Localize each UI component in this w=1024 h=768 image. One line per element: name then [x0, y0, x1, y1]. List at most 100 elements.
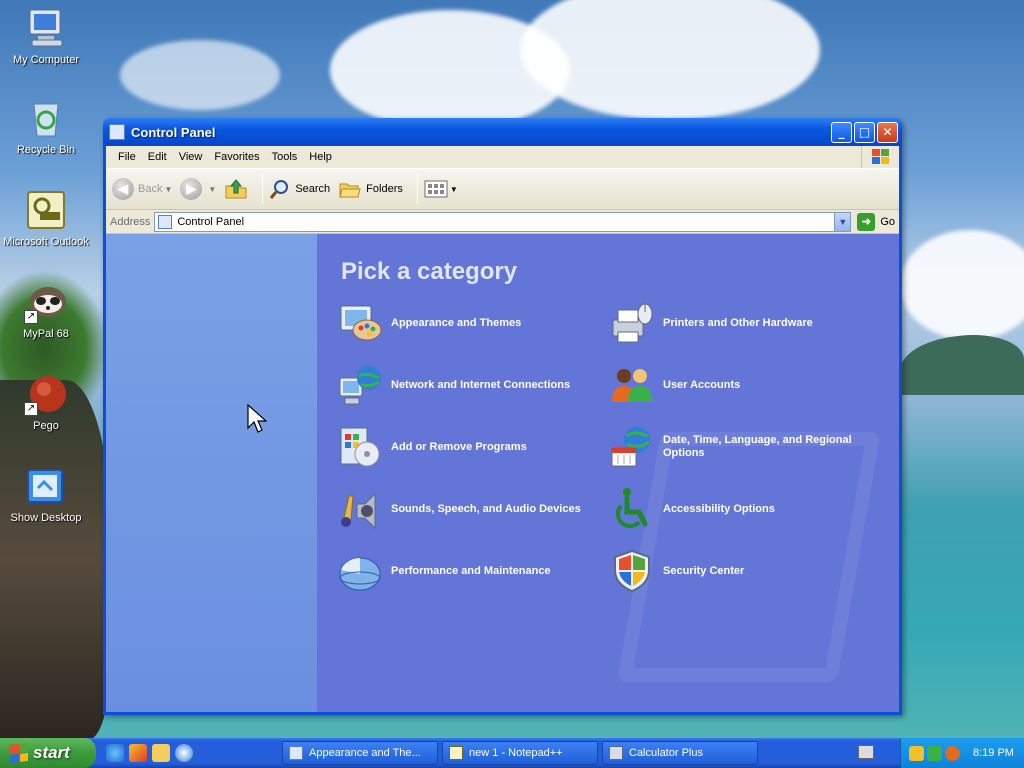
rocks [0, 380, 110, 740]
chevron-down-icon: ▼ [164, 184, 173, 194]
folders-label: Folders [366, 183, 403, 195]
title-bar[interactable]: Control Panel _ □ ✕ [103, 118, 902, 146]
desktop-icon-label: Pego [33, 420, 59, 432]
internet-explorer-icon[interactable] [106, 744, 124, 762]
search-label: Search [295, 183, 331, 195]
folder-icon[interactable] [152, 744, 170, 762]
category-printers-hardware[interactable]: Printers and Other Hardware [609, 300, 813, 346]
views-button[interactable]: ▼ [424, 179, 458, 199]
back-label: Back [138, 183, 163, 195]
folders-icon [339, 183, 361, 198]
mypal-icon: ↗ [24, 280, 68, 324]
cloud [120, 40, 280, 110]
menu-file[interactable]: File [112, 151, 142, 163]
menu-favorites[interactable]: Favorites [208, 151, 265, 163]
category-pane: Pick a category Appearance and Themes Ne… [317, 234, 899, 712]
close-button[interactable]: ✕ [877, 121, 898, 143]
menu-tools[interactable]: Tools [266, 151, 304, 163]
desktop-icon-pego[interactable]: ↗ Pego [0, 372, 92, 432]
performance-icon [337, 548, 383, 594]
control-panel-icon [109, 124, 125, 140]
category-label: Appearance and Themes [391, 316, 522, 329]
category-date-time-language[interactable]: Date, Time, Language, and Regional Optio… [609, 424, 873, 470]
pego-icon: ↗ [24, 372, 68, 416]
address-bar: Address Control Panel ▼ ➜ Go [106, 210, 899, 234]
category-network-internet[interactable]: Network and Internet Connections [337, 362, 570, 408]
media-player-icon[interactable] [175, 744, 193, 762]
desktop-icon-outlook[interactable]: Microsoft Outlook [0, 188, 92, 248]
go-label: Go [880, 215, 895, 228]
category-appearance-themes[interactable]: Appearance and Themes [337, 300, 521, 346]
address-dropdown-button[interactable]: ▼ [834, 212, 851, 231]
search-icon [270, 180, 289, 199]
mouse-cursor-icon [247, 404, 267, 433]
desktop-icon-mypal[interactable]: ↗ MyPal 68 [0, 280, 92, 340]
go-button[interactable]: ➜ Go [857, 212, 895, 231]
address-value: Control Panel [177, 215, 245, 228]
show-desktop-icon [24, 464, 68, 508]
category-label: Accessibility Options [663, 502, 775, 515]
desktop-icon-recycle-bin[interactable]: Recycle Bin [0, 96, 92, 156]
close-icon: ✕ [882, 125, 893, 139]
windows-logo-icon [10, 743, 28, 763]
forward-button[interactable]: ▶ ▼ [180, 178, 216, 200]
search-tray-icon[interactable] [945, 745, 960, 761]
category-label: Printers and Other Hardware [663, 316, 813, 329]
system-tray: 8:19 PM [900, 738, 1024, 768]
desktop-icon-label: MyPal 68 [23, 328, 69, 340]
folders-button[interactable]: Folders [338, 178, 403, 200]
date-time-icon [609, 424, 655, 470]
category-label: User Accounts [663, 378, 741, 391]
category-accessibility[interactable]: Accessibility Options [609, 486, 775, 532]
category-add-remove-programs[interactable]: Add or Remove Programs [337, 424, 527, 470]
printers-icon [609, 300, 655, 346]
minimize-button[interactable]: _ [831, 121, 852, 143]
desktop-icon-show-desktop[interactable]: Show Desktop [0, 464, 92, 524]
back-arrow-icon: ◀ [112, 178, 134, 200]
network-icon [337, 362, 383, 408]
category-label: Sounds, Speech, and Audio Devices [391, 502, 581, 515]
shortcut-arrow-icon: ↗ [24, 402, 38, 416]
chevron-down-icon: ▼ [449, 184, 458, 194]
category-user-accounts[interactable]: User Accounts [609, 362, 740, 408]
clock[interactable]: 8:19 PM [973, 747, 1014, 759]
accessibility-icon [609, 486, 655, 532]
task-label: Calculator Plus [629, 747, 703, 759]
start-button[interactable]: start [0, 738, 96, 768]
forward-arrow-icon: ▶ [180, 178, 203, 200]
paint-icon[interactable] [129, 744, 147, 762]
standard-toolbar: ◀ Back ▼ ▶ ▼ Search Folders ▼ [106, 168, 899, 210]
minimize-icon: _ [838, 125, 845, 139]
taskbar: start Appearance and The... new 1 - Note… [0, 738, 1024, 768]
cloud [520, 0, 820, 120]
category-label: Security Center [663, 564, 745, 577]
toolbar-separator [416, 174, 418, 204]
desktop-icon-my-computer[interactable]: My Computer [0, 6, 92, 66]
address-field[interactable]: Control Panel ▼ [154, 211, 852, 232]
desktop-icon-label: Recycle Bin [16, 144, 76, 156]
cloud [900, 230, 1024, 340]
back-button[interactable]: ◀ Back ▼ [112, 178, 172, 200]
search-button[interactable]: Search [269, 178, 330, 200]
category-label: Network and Internet Connections [391, 378, 571, 391]
menu-view[interactable]: View [173, 151, 209, 163]
quick-launch [106, 744, 198, 762]
network-tray-icon[interactable] [927, 745, 942, 761]
address-label: Address [110, 215, 151, 228]
maximize-icon: □ [858, 125, 871, 139]
category-security-center[interactable]: Security Center [609, 548, 744, 594]
category-sounds-speech-audio[interactable]: Sounds, Speech, and Audio Devices [337, 486, 581, 532]
up-folder-button[interactable] [224, 178, 248, 200]
keyboard-icon[interactable] [858, 745, 874, 759]
security-shield-icon[interactable] [909, 745, 924, 761]
menu-help[interactable]: Help [303, 151, 338, 163]
menu-edit[interactable]: Edit [142, 151, 173, 163]
category-label: Add or Remove Programs [391, 440, 527, 453]
category-performance-maintenance[interactable]: Performance and Maintenance [337, 548, 551, 594]
desktop-icon-label: Show Desktop [10, 512, 82, 524]
taskbar-item-calculator[interactable]: Calculator Plus [602, 741, 758, 765]
taskbar-item-appearance[interactable]: Appearance and The... [282, 741, 438, 765]
maximize-button[interactable]: □ [854, 121, 875, 143]
taskbar-item-notepad[interactable]: new 1 - Notepad++ [442, 741, 598, 765]
go-arrow-icon: ➜ [857, 212, 876, 231]
